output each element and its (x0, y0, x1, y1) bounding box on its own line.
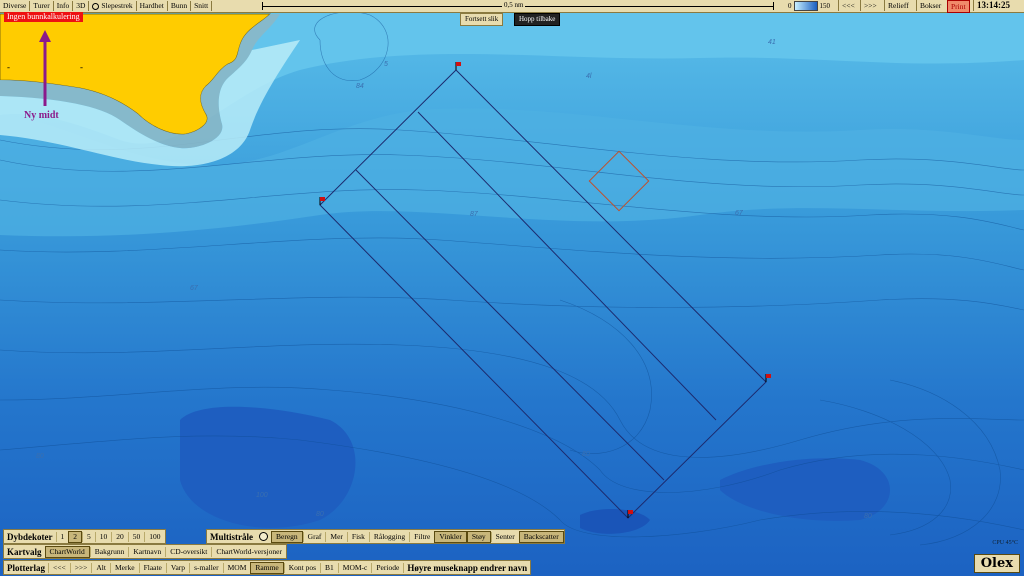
dybdekoter-option[interactable]: 5 (82, 531, 95, 542)
menu-3d[interactable]: 3D (73, 1, 90, 11)
depth-label: 87 (470, 211, 479, 218)
depth-label: 5 (384, 61, 388, 68)
menu-info[interactable]: Info (54, 1, 74, 11)
multistraale-option[interactable]: Støy (466, 530, 491, 543)
multistraale-radio[interactable] (259, 532, 268, 541)
plotterlag-option[interactable]: Merke (109, 562, 139, 573)
next-button[interactable]: >>> (860, 0, 880, 11)
scale-label: 0,5 nm (502, 1, 526, 9)
plotterlag-next[interactable]: >>> (69, 562, 92, 573)
multistraale-option[interactable]: Backscatter (518, 530, 564, 543)
relieff-button[interactable]: Relieff (884, 0, 912, 11)
plotterlag-option[interactable]: MOM (222, 562, 251, 573)
plotterlag-option[interactable]: Periode (371, 562, 403, 573)
clock: 13:14:25 (973, 0, 1013, 11)
depth-max: 150 (819, 2, 831, 10)
dybdekoter-option[interactable]: 10 (94, 531, 112, 542)
menu-slepestrek[interactable]: Slepestrek (89, 1, 137, 11)
depth-label: 100 (256, 492, 268, 499)
kartvalg-option[interactable]: Bakgrunn (89, 546, 129, 557)
plotterlag-option[interactable]: Varp (165, 562, 189, 573)
multistraale-option[interactable]: Vinkler (434, 530, 467, 543)
kartvalg-option[interactable]: ChartWorld-versjoner (211, 546, 286, 557)
plotterlag-option[interactable]: B1 (320, 562, 338, 573)
dybdekoter-option[interactable]: 20 (111, 531, 128, 542)
print-button[interactable]: Print (947, 0, 970, 13)
depth-label: 67 (735, 210, 744, 217)
menu-hardhet[interactable]: Hardhet (137, 1, 168, 11)
plotterlag-option[interactable]: Ramme (250, 561, 284, 574)
prev-button[interactable]: <<< (838, 0, 858, 11)
kartvalg-option[interactable]: CD-oversikt (165, 546, 211, 557)
olex-logo[interactable]: Olex (973, 554, 1020, 573)
plotterlag-panel: Plotterlag <<< >>> Alt Merke Flaate Varp… (3, 560, 532, 575)
deep-basin-left (180, 406, 356, 528)
fortsett-button[interactable]: Fortsett slik (460, 13, 504, 26)
menu-diverse[interactable]: Diverse (0, 1, 31, 11)
multistraale-option[interactable]: Graf (302, 531, 326, 542)
kartvalg-option[interactable]: ChartWorld (44, 545, 90, 558)
kartvalg-panel: Kartvalg ChartWorld Bakgrunn Kartnavn CD… (3, 544, 287, 559)
multistraale-option[interactable]: Fisk (346, 531, 369, 542)
menu-bunn[interactable]: Bunn (168, 1, 192, 11)
depth-label: 80 (36, 453, 44, 460)
depth-label: 80 (864, 513, 872, 520)
menu-slepestrek-label: Slepestrek (101, 1, 133, 10)
depth-label: 80 (316, 511, 324, 518)
dybdekoter-option[interactable]: 2 (68, 530, 82, 543)
multistraale-option[interactable]: Rålogging (368, 531, 409, 542)
menu-turer[interactable]: Turer (30, 1, 54, 11)
multistraale-option[interactable]: Beregn (271, 530, 303, 543)
cpu-temp: CPU 45°C (992, 540, 1018, 546)
plotterlag-option[interactable]: MOM-c (337, 562, 372, 573)
plotterlag-option[interactable]: Kont pos (283, 562, 320, 573)
dybdekoter-option[interactable]: 50 (127, 531, 145, 542)
depth-label: 80 (582, 451, 590, 458)
depth-label: 4l (586, 73, 592, 80)
depth-label: 41 (768, 39, 776, 46)
multistraale-panel: Multistråle Beregn Graf Mer Fisk Råloggi… (206, 529, 565, 544)
bokser-button[interactable]: Bokser (916, 0, 944, 11)
plotterlag-hint: Høyre museknapp endrer navn (403, 562, 530, 573)
plotterlag-option[interactable]: s-maller (189, 562, 223, 573)
multistraale-option[interactable]: Filtre (409, 531, 434, 542)
plotterlag-prev[interactable]: <<< (47, 562, 70, 573)
depth-label: 67 (190, 285, 199, 292)
depth-label: 84 (356, 83, 364, 90)
dybdekoter-option[interactable]: 100 (144, 531, 164, 542)
dybdekoter-title: Dybdekoter (7, 531, 53, 542)
depth-color-scale[interactable]: 0 150 (788, 1, 830, 11)
land-marker: - (80, 62, 83, 72)
multistraale-option[interactable]: Mer (325, 531, 347, 542)
dybdekoter-panel: Dybdekoter 1 2 5 10 20 50 100 (3, 529, 166, 544)
distance-scale: 0,5 nm (262, 1, 774, 11)
hopp-tilbake-button[interactable]: Hopp tilbake (514, 13, 561, 26)
kartvalg-title: Kartvalg (7, 546, 42, 557)
ny-midt-label: Ny midt (24, 110, 59, 121)
warning-badge: Ingen bunnkalkulering (4, 12, 83, 22)
sea-chart[interactable]: - - 41 4l 5 84 87 67 67 80 80 80 80 100 (0, 0, 1024, 576)
target-circle-icon (92, 2, 100, 10)
land-marker: - (7, 62, 10, 72)
menu-snitt[interactable]: Snitt (191, 1, 213, 11)
multistraale-title: Multistråle (210, 531, 253, 542)
dybdekoter-option[interactable]: 1 (55, 531, 69, 542)
depth-gradient[interactable] (793, 1, 818, 11)
plotterlag-option[interactable]: Alt (91, 562, 110, 573)
depth-min: 0 (788, 2, 792, 10)
kartvalg-option[interactable]: Kartnavn (128, 546, 165, 557)
plotterlag-title: Plotterlag (7, 562, 45, 573)
plotterlag-option[interactable]: Flaate (138, 562, 166, 573)
multistraale-option[interactable]: Senter (490, 531, 519, 542)
